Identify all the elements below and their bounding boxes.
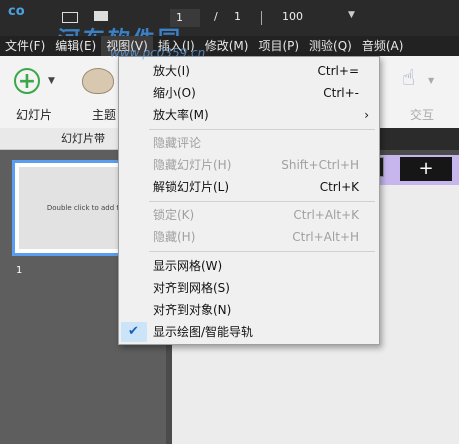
add-state-button[interactable]: + — [400, 157, 452, 181]
menu-lock[interactable]: 锁定(K) Ctrl+Alt+K — [119, 204, 379, 226]
plus-icon: + — [418, 158, 434, 179]
zoom-dropdown-icon[interactable]: ▼ — [348, 10, 355, 20]
menu-modify[interactable]: 修改(M) — [200, 36, 254, 56]
theme-label: 主题 — [92, 108, 117, 122]
menu-edit[interactable]: 编辑(E) — [50, 36, 101, 56]
menu-project[interactable]: 项目(P) — [253, 36, 304, 56]
page-separator: / — [214, 10, 218, 23]
menu-show-grid[interactable]: 显示网格(W) — [119, 255, 379, 277]
slide-label: 幻灯片 — [16, 108, 53, 122]
mail-icon[interactable] — [94, 11, 108, 21]
menu-zoom-out[interactable]: 缩小(O) Ctrl+- — [119, 82, 379, 104]
menu-hide[interactable]: 隐藏(H) Ctrl+Alt+H — [119, 226, 379, 248]
app-logo: co — [8, 4, 25, 19]
menu-file[interactable]: 文件(F) — [0, 36, 50, 56]
chevron-down-icon: ▼ — [48, 76, 55, 86]
check-icon: ✔ — [128, 324, 139, 339]
palette-icon — [82, 68, 114, 94]
hand-pointer-icon: ☝ — [402, 66, 416, 91]
menu-unlock-slide[interactable]: 解锁幻灯片(L) Ctrl+K — [119, 176, 379, 198]
menu-hide-comments[interactable]: 隐藏评论 — [119, 132, 379, 154]
menu-zoom-in[interactable]: 放大(I) Ctrl+= — [119, 60, 379, 82]
menu-show-smart-guides[interactable]: ✔ 显示绘图/智能导轨 — [119, 321, 379, 343]
menu-snap-to-grid[interactable]: 对齐到网格(S) — [119, 277, 379, 299]
menu-separator — [149, 129, 375, 130]
submenu-arrow-icon: › — [364, 108, 369, 122]
watermark-url: www.pc0359.cn — [110, 46, 206, 60]
page-total: 1 — [234, 10, 241, 23]
divider — [261, 11, 262, 25]
menu-separator — [149, 201, 375, 202]
interact-label: 交互 — [410, 108, 435, 122]
add-slide-icon: + — [14, 68, 40, 94]
add-slide-button[interactable]: + ▼ 幻灯片 — [10, 64, 68, 124]
menu-bar: 文件(F) 编辑(E) 视图(V) 插入(I) 修改(M) 项目(P) 测验(Q… — [0, 36, 459, 56]
menu-separator — [149, 251, 375, 252]
view-menu-dropdown: 放大(I) Ctrl+= 缩小(O) Ctrl+- 放大率(M) › 隐藏评论 … — [118, 56, 380, 345]
menu-audio[interactable]: 音频(A) — [357, 36, 409, 56]
theme-button[interactable]: 主题 — [80, 64, 120, 124]
zoom-value[interactable]: 100 — [282, 10, 303, 23]
menu-snap-to-object[interactable]: 对齐到对象(N) — [119, 299, 379, 321]
menu-hide-slide[interactable]: 隐藏幻灯片(H) Shift+Ctrl+H — [119, 154, 379, 176]
menu-quiz[interactable]: 测验(Q) — [304, 36, 357, 56]
menu-magnification[interactable]: 放大率(M) › — [119, 104, 379, 126]
title-bar: co 1 / 1 100 ▼ 河东软件园 www.pc0359.cn — [0, 0, 459, 60]
chevron-down-icon: ▼ — [428, 76, 435, 85]
slide-number: 1 — [16, 265, 23, 276]
interaction-button[interactable]: ☝ ▼ 交互 — [398, 64, 446, 124]
